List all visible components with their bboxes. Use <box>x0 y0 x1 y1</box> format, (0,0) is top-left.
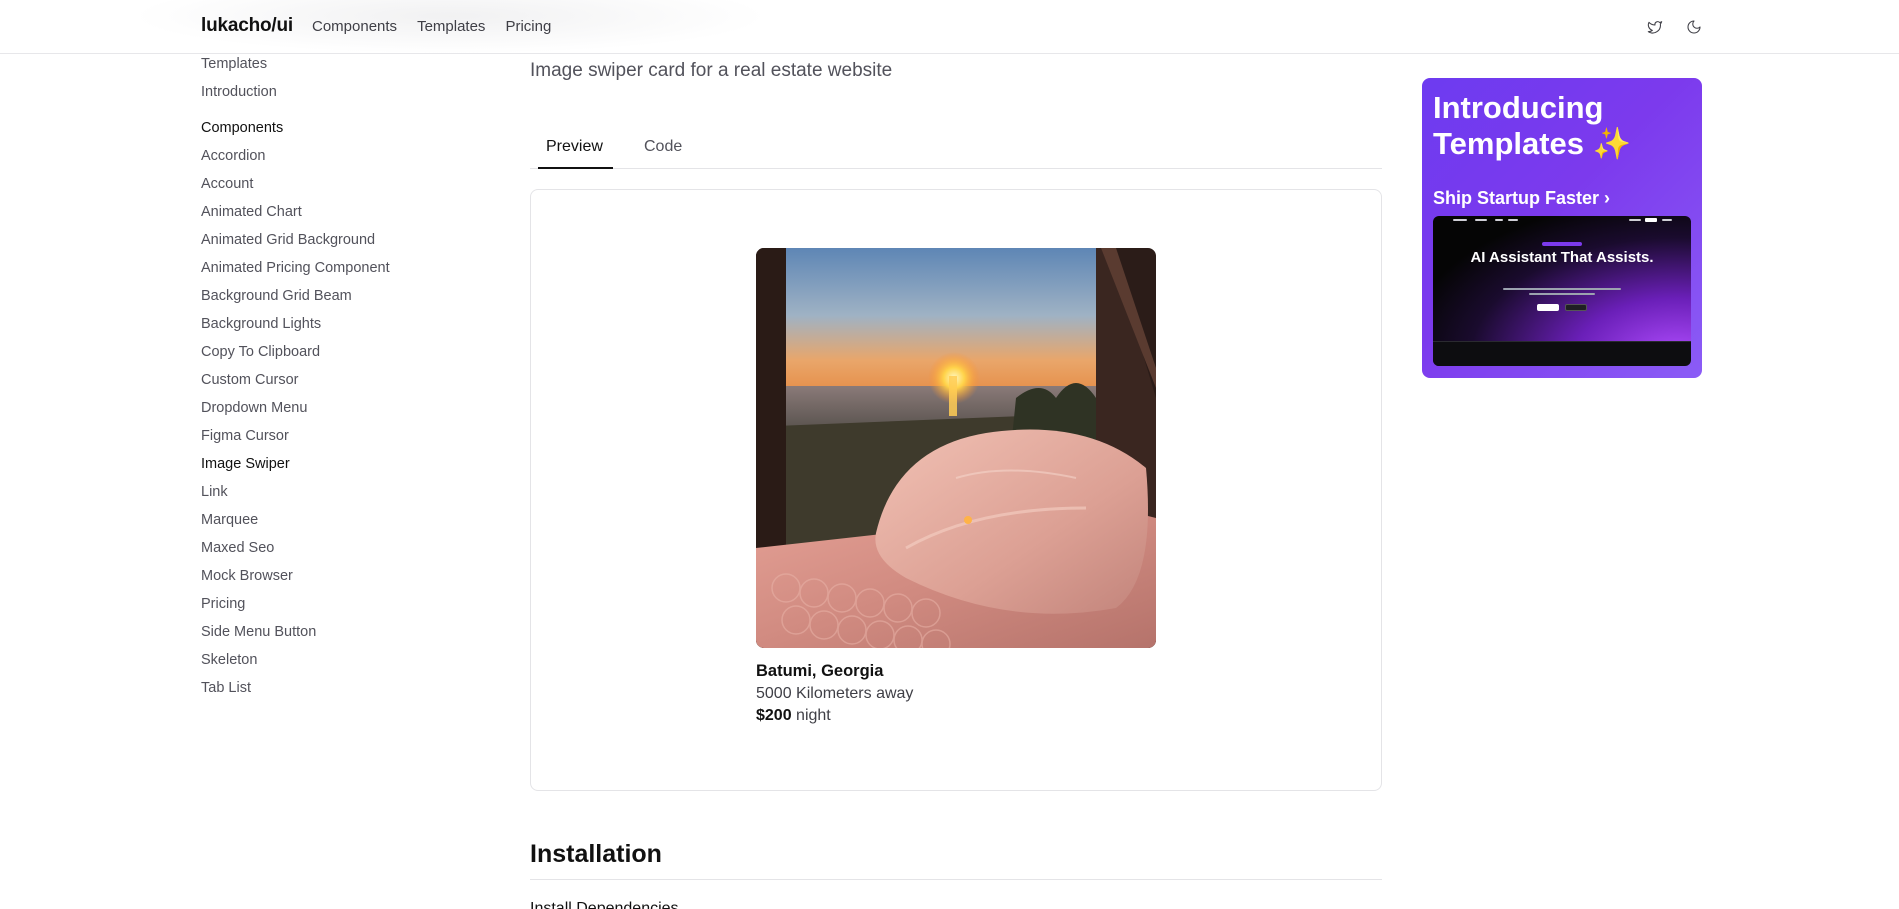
sidebar-item-templates[interactable]: Templates <box>201 54 441 82</box>
property-image-swiper[interactable] <box>756 248 1156 648</box>
main-nav: Components Templates Pricing <box>312 18 551 35</box>
sidebar-item-maxed-seo[interactable]: Maxed Seo <box>201 538 441 566</box>
sidebar: Templates Introduction Components Accord… <box>201 54 441 706</box>
screenshot-secondary-button <box>1565 304 1587 311</box>
nav-link-components[interactable]: Components <box>312 18 397 35</box>
active-tab-indicator <box>538 167 613 169</box>
top-navbar: lukacho/ui Components Templates Pricing <box>0 0 1899 54</box>
card-distance: 5000 Kilometers away <box>756 685 914 702</box>
promo-title: Introducing Templates ✨ <box>1433 90 1632 161</box>
sidebar-item-tab-list[interactable]: Tab List <box>201 678 441 706</box>
sidebar-item-animated-pricing-component[interactable]: Animated Pricing Component <box>201 258 441 286</box>
installation-divider <box>530 879 1382 880</box>
sidebar-item-skeleton[interactable]: Skeleton <box>201 650 441 678</box>
nav-link-templates[interactable]: Templates <box>417 18 485 35</box>
card-price-line: $200 night <box>756 707 1156 725</box>
sidebar-item-figma-cursor[interactable]: Figma Cursor <box>201 426 441 454</box>
sidebar-item-animated-chart[interactable]: Animated Chart <box>201 202 441 230</box>
templates-promo-card[interactable]: Introducing Templates ✨ Ship Startup Fas… <box>1422 78 1702 378</box>
sidebar-item-account[interactable]: Account <box>201 174 441 202</box>
sidebar-heading-components: Components <box>201 120 284 136</box>
chevron-right-icon: › <box>1604 188 1611 208</box>
sunset-bedroom-photo <box>756 248 1156 648</box>
screenshot-navbar <box>1433 216 1691 226</box>
sidebar-item-marquee[interactable]: Marquee <box>201 510 441 538</box>
sidebar-item-animated-grid-background[interactable]: Animated Grid Background <box>201 230 441 258</box>
screenshot-bottom-panel <box>1433 341 1691 366</box>
tab-preview[interactable]: Preview <box>546 138 603 156</box>
sidebar-item-custom-cursor[interactable]: Custom Cursor <box>201 370 441 398</box>
screenshot-headline: AI Assistant That Assists. <box>1470 249 1654 266</box>
screenshot-text-line <box>1503 288 1621 290</box>
screenshot-text-line <box>1529 293 1595 295</box>
screenshot-primary-button <box>1537 304 1559 311</box>
sidebar-item-copy-to-clipboard[interactable]: Copy To Clipboard <box>201 342 441 370</box>
sidebar-item-dropdown-menu[interactable]: Dropdown Menu <box>201 398 441 426</box>
screenshot-badge <box>1542 242 1582 246</box>
promo-link[interactable]: Ship Startup Faster › <box>1433 188 1610 209</box>
sidebar-item-side-menu-button[interactable]: Side Menu Button <box>201 622 441 650</box>
card-price-unit: night <box>796 707 831 724</box>
sidebar-item-background-grid-beam[interactable]: Background Grid Beam <box>201 286 441 314</box>
property-card: Batumi, Georgia 5000 Kilometers away $20… <box>756 248 1156 725</box>
tab-code[interactable]: Code <box>644 138 682 156</box>
moon-icon[interactable] <box>1682 15 1706 39</box>
site-logo[interactable]: lukacho/ui <box>201 15 293 37</box>
sidebar-item-accordion[interactable]: Accordion <box>201 146 441 174</box>
installation-heading: Installation <box>530 840 662 868</box>
preview-panel: Batumi, Georgia 5000 Kilometers away $20… <box>530 189 1382 791</box>
page-subtitle: Image swiper card for a real estate webs… <box>530 60 893 81</box>
template-preview-screenshot: AI Assistant That Assists. <box>1433 216 1691 366</box>
tab-list: Preview Code <box>530 130 1382 169</box>
install-dependencies-heading: Install Dependencies <box>530 900 679 909</box>
nav-link-pricing[interactable]: Pricing <box>505 18 551 35</box>
sidebar-item-mock-browser[interactable]: Mock Browser <box>201 566 441 594</box>
sidebar-item-introduction[interactable]: Introduction <box>201 82 441 110</box>
sidebar-item-link[interactable]: Link <box>201 482 441 510</box>
card-location: Batumi, Georgia <box>756 662 884 680</box>
sidebar-item-background-lights[interactable]: Background Lights <box>201 314 441 342</box>
sidebar-item-pricing[interactable]: Pricing <box>201 594 441 622</box>
sidebar-item-image-swiper[interactable]: Image Swiper <box>201 454 441 482</box>
twitter-icon[interactable] <box>1643 15 1667 39</box>
promo-link-label: Ship Startup Faster <box>1433 188 1600 208</box>
card-price: $200 <box>756 707 792 724</box>
